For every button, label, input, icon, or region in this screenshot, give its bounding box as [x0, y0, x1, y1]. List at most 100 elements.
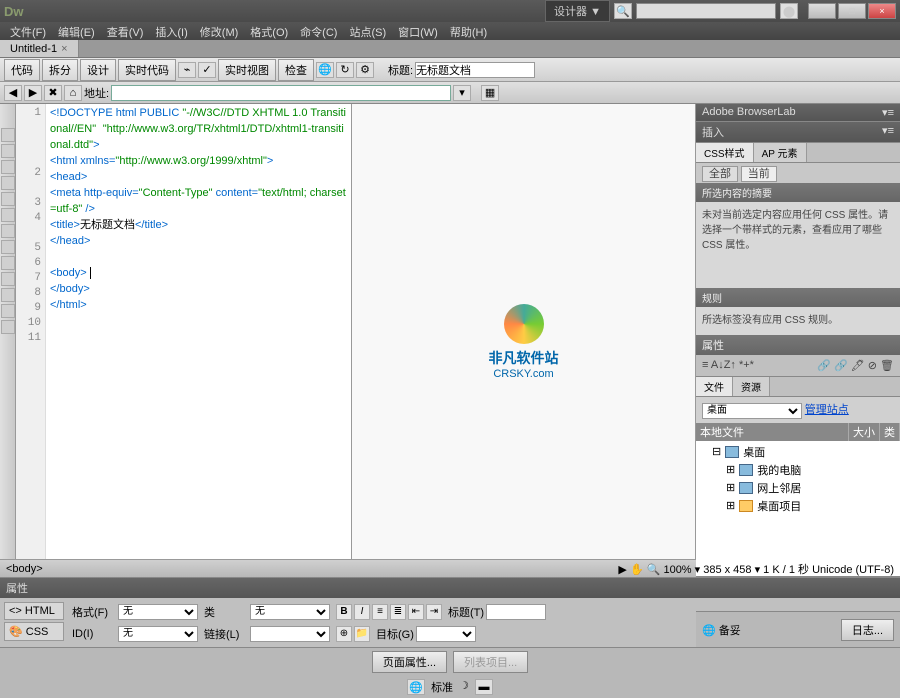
html-mode-button[interactable]: <> HTML — [4, 602, 64, 620]
insert-panel-head[interactable]: 插入▾≡ — [696, 122, 900, 142]
vtool-icon[interactable] — [1, 240, 15, 254]
document-tab[interactable]: Untitled-1 × — [0, 40, 79, 57]
globe-icon[interactable]: 🌐 — [316, 62, 334, 78]
css-current-button[interactable]: 当前 — [741, 166, 777, 182]
home-icon[interactable]: ⌂ — [64, 85, 82, 101]
search-icon[interactable]: 🔍 — [614, 3, 632, 19]
menu-modify[interactable]: 修改(M) — [194, 22, 245, 40]
tree-item[interactable]: ⊞ 我的电脑 — [698, 461, 898, 479]
menu-window[interactable]: 窗口(W) — [392, 22, 444, 40]
tree-item[interactable]: ⊞ 网上邻居 — [698, 479, 898, 497]
panel-menu-icon[interactable]: ▾≡ — [882, 124, 894, 140]
stop-icon[interactable]: ✖ — [44, 85, 62, 101]
moon-icon[interactable]: ☽ — [459, 679, 469, 695]
tool-icon[interactable]: ⚙ — [356, 62, 374, 78]
split-view-button[interactable]: 拆分 — [42, 59, 78, 81]
vtool-icon[interactable] — [1, 224, 15, 238]
cslive-icon[interactable]: ⬤ — [780, 3, 798, 19]
files-columns: 本地文件大小类 — [696, 423, 900, 441]
files-tab[interactable]: 文件 — [696, 377, 733, 396]
menu-edit[interactable]: 编辑(E) — [52, 22, 101, 40]
go-icon[interactable]: ▾ — [453, 85, 471, 101]
design-view-button[interactable]: 设计 — [80, 59, 116, 81]
tree-item[interactable]: ⊟ 桌面 — [698, 443, 898, 461]
site-selector[interactable]: 桌面 — [702, 403, 802, 419]
code-view-button[interactable]: 代码 — [4, 59, 40, 81]
list-ol-icon[interactable]: ≣ — [390, 604, 406, 620]
tree-item[interactable]: ⊞ 桌面项目 — [698, 497, 898, 515]
browse-icon[interactable]: 📁 — [354, 626, 370, 642]
vtool-icon[interactable] — [1, 128, 15, 142]
vtool-icon[interactable] — [1, 144, 15, 158]
search-input[interactable] — [636, 3, 776, 19]
inspect-button[interactable]: 检查 — [278, 59, 314, 81]
forward-icon[interactable]: ▶ — [24, 85, 42, 101]
vtool-icon[interactable] — [1, 176, 15, 190]
menu-format[interactable]: 格式(O) — [244, 22, 294, 40]
address-input[interactable] — [111, 85, 451, 101]
menu-help[interactable]: 帮助(H) — [444, 22, 493, 40]
link-select[interactable] — [250, 626, 330, 642]
css-all-button[interactable]: 全部 — [702, 166, 738, 182]
vtool-icon[interactable] — [1, 272, 15, 286]
status-icon[interactable]: 🌐 — [407, 679, 425, 695]
menu-site[interactable]: 站点(S) — [343, 22, 392, 40]
live-view-button[interactable]: 实时视图 — [218, 59, 276, 81]
id-select[interactable]: 无 — [118, 626, 198, 642]
manage-sites-link[interactable]: 管理站点 — [805, 404, 849, 416]
close-button[interactable]: × — [868, 3, 896, 19]
vtool-icon[interactable] — [1, 320, 15, 334]
link-point-icon[interactable]: ⊕ — [336, 626, 352, 642]
code-editor[interactable]: <!DOCTYPE html PUBLIC "-//W3C//DTD XHTML… — [46, 104, 351, 559]
panel-menu-icon[interactable]: ▾≡ — [882, 106, 894, 119]
bold-button[interactable]: B — [336, 604, 352, 620]
tag-selector[interactable]: <body> — [6, 563, 43, 575]
list-items-button[interactable]: 列表项目... — [453, 651, 528, 673]
menu-view[interactable]: 查看(V) — [101, 22, 150, 40]
css-styles-tab[interactable]: CSS样式 — [696, 143, 754, 162]
log-button[interactable]: 日志... — [841, 619, 894, 641]
maximize-button[interactable]: □ — [838, 3, 866, 19]
files-tree[interactable]: ⊟ 桌面 ⊞ 我的电脑 ⊞ 网上邻居 ⊞ 桌面项目 — [696, 441, 900, 576]
back-icon[interactable]: ◀ — [4, 85, 22, 101]
rules-head: 规则 — [696, 288, 900, 307]
outdent-icon[interactable]: ⇤ — [408, 604, 424, 620]
properties-head[interactable]: 属性 — [0, 578, 900, 598]
vtool-icon[interactable] — [1, 192, 15, 206]
live-code-button[interactable]: 实时代码 — [118, 59, 176, 81]
list-ul-icon[interactable]: ≡ — [372, 604, 388, 620]
link-label: 链接(L) — [204, 626, 244, 642]
ap-elements-tab[interactable]: AP 元素 — [754, 143, 807, 162]
tool-icon[interactable]: ✓ — [198, 62, 216, 78]
minimize-button[interactable]: — — [808, 3, 836, 19]
title-input[interactable] — [486, 604, 546, 620]
tab-close-icon[interactable]: × — [61, 43, 67, 55]
workspace-switcher[interactable]: 设计器 ▼ — [545, 0, 610, 22]
tool-icon[interactable]: ⌁ — [178, 62, 196, 78]
browserlab-panel-head[interactable]: Adobe BrowserLab▾≡ — [696, 104, 900, 121]
css-action-icons[interactable]: 🔗 🔗 🖊 ⊘ 🗑 — [817, 359, 894, 372]
refresh-icon[interactable]: ↻ — [336, 62, 354, 78]
vtool-icon[interactable] — [1, 160, 15, 174]
vtool-icon[interactable] — [1, 208, 15, 222]
vtool-icon[interactable] — [1, 256, 15, 270]
italic-button[interactable]: I — [354, 604, 370, 620]
menu-command[interactable]: 命令(C) — [294, 22, 343, 40]
page-properties-button[interactable]: 页面属性... — [372, 651, 447, 673]
design-view[interactable]: 非凡软件站 CRSKY.com — [352, 104, 696, 559]
css-mode-button[interactable]: 🎨 CSS — [4, 622, 64, 641]
indent-icon[interactable]: ⇥ — [426, 604, 442, 620]
watermark-text: 非凡软件站 — [489, 348, 559, 368]
target-select[interactable] — [416, 626, 476, 642]
scale-label[interactable]: 标准 — [431, 679, 453, 695]
menu-insert[interactable]: 插入(I) — [149, 22, 193, 40]
assets-tab[interactable]: 资源 — [733, 377, 770, 396]
vtool-icon[interactable] — [1, 288, 15, 302]
vtool-icon[interactable] — [1, 304, 15, 318]
status-icon[interactable]: ▬ — [475, 679, 493, 695]
menu-file[interactable]: 文件(F) — [4, 22, 52, 40]
document-title-input[interactable] — [415, 62, 535, 78]
class-select[interactable]: 无 — [250, 604, 330, 620]
panel-toggle-icon[interactable]: ▦ — [481, 85, 499, 101]
format-select[interactable]: 无 — [118, 604, 198, 620]
